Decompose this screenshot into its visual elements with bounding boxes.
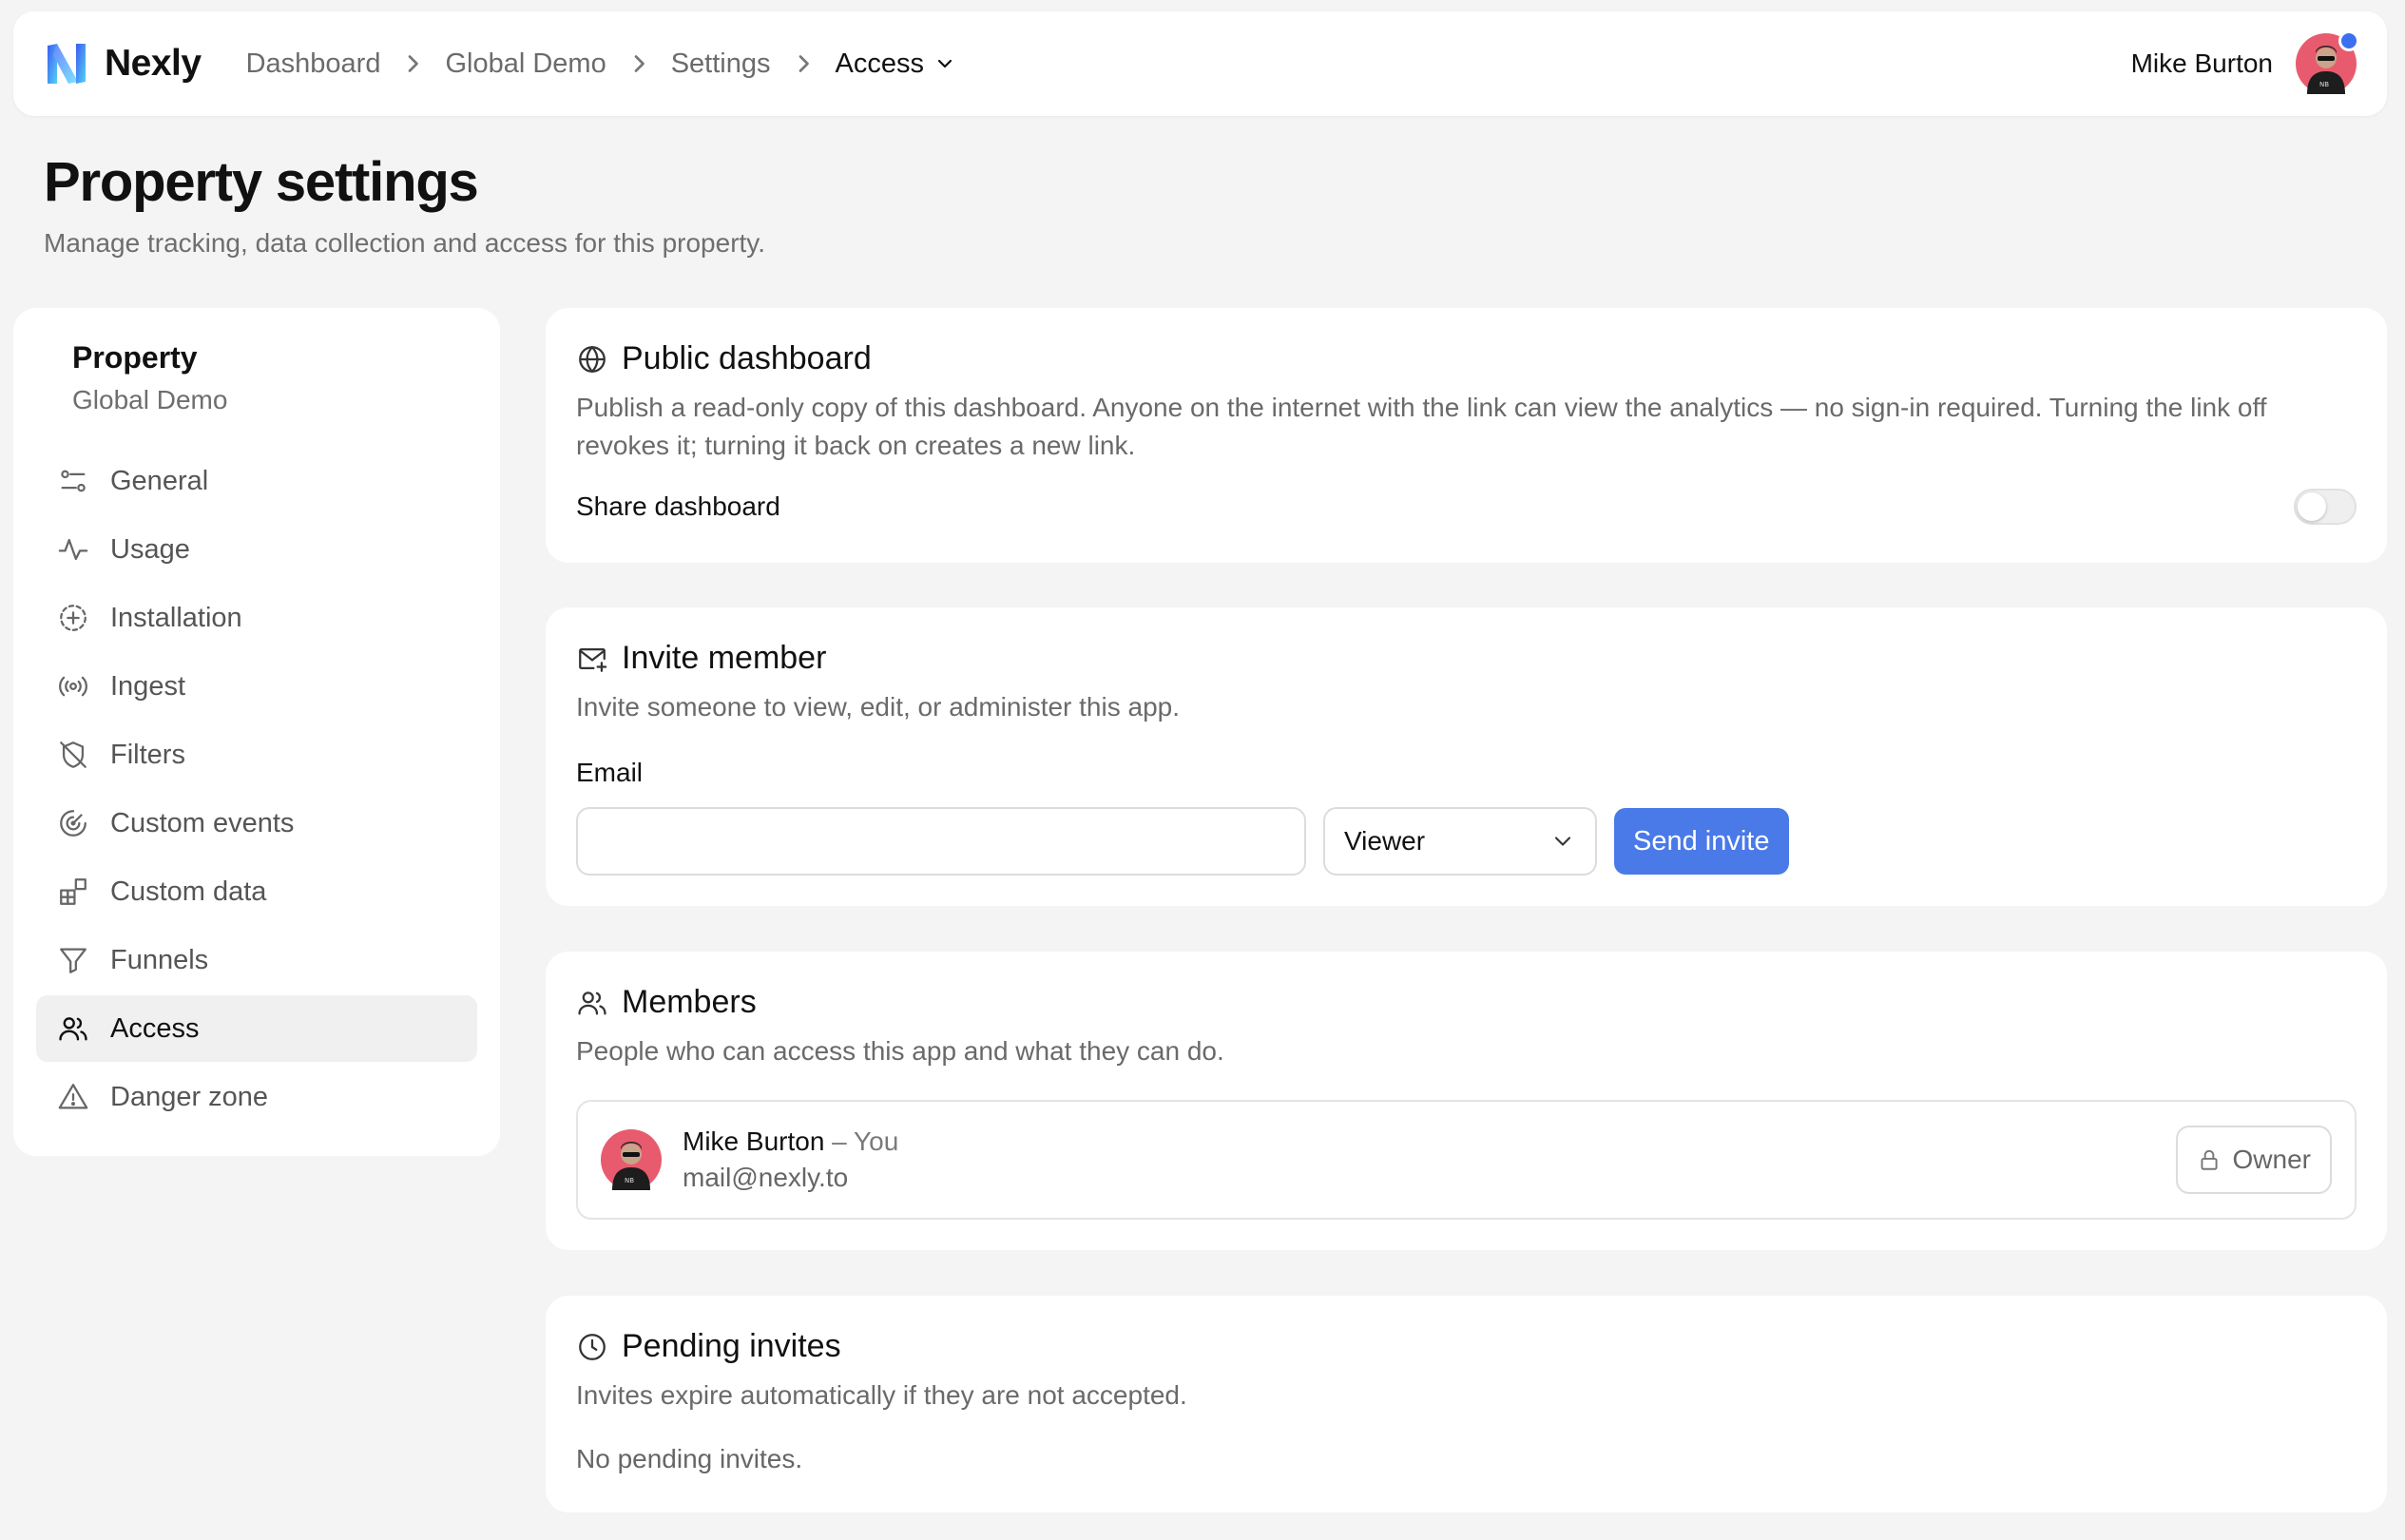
members-card: Members People who can access this app a…	[546, 952, 2387, 1250]
settings-sidebar: Property Global Demo General Usage Insta…	[13, 308, 500, 1156]
card-header: Invite member	[576, 640, 2357, 677]
breadcrumb-current-label: Access	[835, 48, 924, 79]
sidebar-nav: General Usage Installation Ingest Filter…	[36, 448, 477, 1130]
sidebar-item-installation[interactable]: Installation	[36, 585, 477, 651]
invite-form: Viewer Send invite	[576, 807, 1789, 876]
role-select[interactable]: Viewer	[1323, 807, 1597, 876]
target-icon	[60, 810, 87, 837]
public-dashboard-card: Public dashboard Publish a read-only cop…	[546, 308, 2387, 563]
svg-text:NB: NB	[625, 1177, 634, 1184]
send-invite-button[interactable]: Send invite	[1614, 808, 1789, 875]
top-bar: Nexly Dashboard Global Demo Settings Acc…	[13, 11, 2387, 116]
breadcrumb-dashboard[interactable]: Dashboard	[246, 48, 381, 80]
card-description: Publish a read-only copy of this dashboa…	[576, 393, 2267, 460]
member-row: NB Mike Burton – You mail@nexly.to Owner	[576, 1100, 2357, 1220]
card-title: Members	[622, 984, 757, 1020]
svg-text:NB: NB	[2319, 81, 2329, 88]
sidebar-item-label: Custom events	[110, 807, 295, 838]
pending-invites-card: Pending invites Invites expire automatic…	[546, 1296, 2387, 1512]
breadcrumb-access-dropdown[interactable]: Access	[836, 48, 956, 80]
share-dashboard-toggle[interactable]	[2294, 489, 2357, 525]
blocks-icon	[60, 878, 87, 905]
sidebar-item-label: Filters	[110, 739, 185, 770]
avatar: NB	[601, 1129, 662, 1190]
breadcrumb: Dashboard Global Demo Settings Access	[246, 47, 956, 81]
sidebar-item-custom-events[interactable]: Custom events	[36, 790, 477, 857]
share-dashboard-label: Share dashboard	[576, 491, 780, 521]
chevron-down-icon	[1554, 837, 1571, 846]
invite-member-card: Invite member Invite someone to view, ed…	[546, 607, 2387, 906]
card-description: Invite someone to view, edit, or adminis…	[576, 692, 1180, 722]
lock-icon	[2200, 1149, 2218, 1170]
sidebar-item-usage[interactable]: Usage	[36, 516, 477, 583]
warning-icon	[58, 1084, 88, 1109]
sidebar-item-label: Ingest	[110, 670, 185, 702]
breadcrumb-settings[interactable]: Settings	[671, 48, 771, 80]
circle-plus-dashed-icon	[60, 605, 87, 631]
sidebar-item-general[interactable]: General	[36, 448, 477, 514]
card-header: Members	[576, 984, 2357, 1021]
chevron-right-icon	[798, 55, 809, 72]
users-icon	[59, 1017, 87, 1041]
sidebar-item-ingest[interactable]: Ingest	[36, 653, 477, 720]
toggle-knob	[2298, 492, 2326, 521]
card-title: Public dashboard	[622, 340, 872, 376]
radio-icon	[59, 676, 87, 697]
user-name: Mike Burton	[2130, 48, 2273, 78]
sidebar-subtitle: Global Demo	[72, 385, 228, 414]
chevron-right-icon	[409, 55, 419, 72]
notification-dot	[2338, 30, 2359, 51]
member-role-label: Owner	[2232, 1145, 2311, 1174]
clock-icon	[579, 1333, 606, 1360]
card-description: People who can access this app and what …	[576, 1036, 1224, 1066]
sidebar-title: Property	[72, 340, 198, 375]
member-you-suffix: – You	[824, 1126, 899, 1156]
brand[interactable]: Nexly	[44, 40, 202, 87]
member-name: Mike Burton	[683, 1126, 825, 1156]
chevron-right-icon	[634, 55, 645, 72]
mail-plus-icon	[579, 647, 607, 672]
sidebar-item-funnels[interactable]: Funnels	[36, 927, 477, 993]
avatar[interactable]: NB	[2296, 30, 2359, 94]
sidebar-item-danger-zone[interactable]: Danger zone	[36, 1064, 477, 1130]
activity-icon	[58, 538, 88, 561]
pending-empty-state: No pending invites.	[576, 1444, 803, 1473]
card-title: Pending invites	[622, 1328, 841, 1364]
member-name-line: Mike Burton – You	[683, 1126, 898, 1157]
sidebar-item-access[interactable]: Access	[36, 995, 477, 1062]
users-icon	[578, 991, 606, 1014]
nexly-logo-icon	[48, 44, 86, 84]
user-menu[interactable]: Mike Burton NB	[2130, 30, 2359, 94]
card-description: Invites expire automatically if they are…	[576, 1380, 1187, 1410]
sidebar-item-label: Funnels	[110, 944, 209, 975]
sidebar-item-label: Custom data	[110, 876, 267, 907]
sidebar-item-filters[interactable]: Filters	[36, 722, 477, 788]
member-info: Mike Burton – You mail@nexly.to	[683, 1126, 898, 1193]
page-title: Property settings	[44, 151, 479, 213]
sidebar-item-label: Installation	[110, 602, 242, 633]
role-select-value: Viewer	[1344, 826, 1426, 856]
page-subtitle: Manage tracking, data collection and acc…	[44, 228, 765, 258]
sidebar-item-label: Usage	[110, 533, 190, 565]
email-label: Email	[576, 758, 644, 787]
member-email: mail@nexly.to	[683, 1163, 849, 1192]
card-header: Pending invites	[576, 1328, 2357, 1365]
funnel-icon	[60, 948, 87, 973]
email-input[interactable]	[576, 807, 1306, 876]
shield-off-icon	[60, 741, 87, 768]
sidebar-item-label: Danger zone	[110, 1081, 269, 1112]
share-dashboard-row: Share dashboard	[576, 489, 2357, 525]
member-role-badge: Owner	[2175, 1126, 2332, 1194]
sidebar-item-label: General	[110, 465, 209, 496]
breadcrumb-global-demo[interactable]: Global Demo	[445, 48, 606, 80]
sliders-icon	[61, 470, 86, 492]
brand-name: Nexly	[105, 43, 202, 84]
globe-icon	[579, 345, 606, 373]
sidebar-item-label: Access	[110, 1012, 200, 1044]
card-title: Invite member	[622, 640, 827, 676]
sidebar-item-custom-data[interactable]: Custom data	[36, 858, 477, 925]
card-header: Public dashboard	[576, 340, 2357, 377]
chevron-down-icon	[937, 59, 952, 68]
